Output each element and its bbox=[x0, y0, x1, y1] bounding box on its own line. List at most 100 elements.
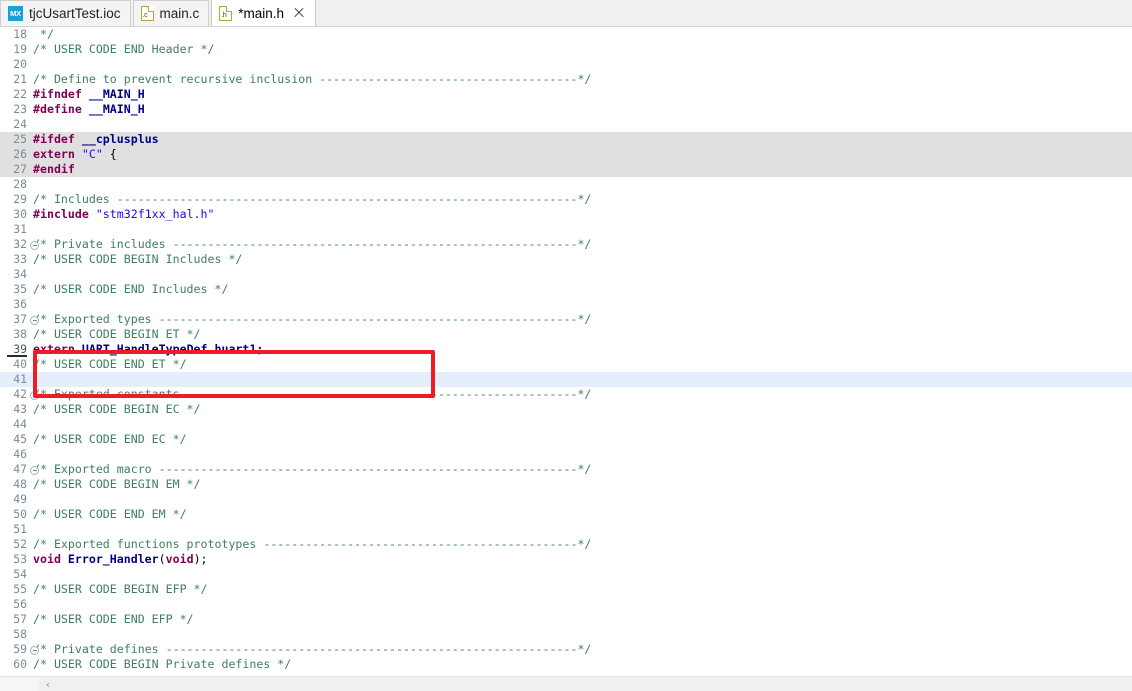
line-highlight bbox=[0, 132, 1132, 147]
editor-tab-3[interactable]: .h *main.h bbox=[211, 0, 317, 26]
code-line[interactable]: 49 bbox=[0, 492, 1132, 507]
code-text: /* USER CODE END Header */ bbox=[33, 42, 214, 57]
line-highlight bbox=[0, 162, 1132, 177]
code-line[interactable]: 37 /* Exported types --------------------… bbox=[0, 312, 1132, 327]
code-line[interactable]: 53 void Error_Handler(void); bbox=[0, 552, 1132, 567]
fold-collapse-icon[interactable] bbox=[30, 240, 39, 250]
code-token-kw: extern bbox=[33, 147, 75, 161]
fold-collapse-icon[interactable] bbox=[30, 645, 39, 655]
code-token-cmt: /* Exported macro ----------------------… bbox=[33, 462, 592, 476]
code-text: #ifdef __cplusplus bbox=[33, 132, 159, 147]
fold-collapse-icon[interactable] bbox=[30, 390, 39, 400]
code-line[interactable]: 28 bbox=[0, 177, 1132, 192]
editor-tab-1[interactable]: MX tjcUsartTest.ioc bbox=[0, 0, 131, 26]
code-line[interactable]: 32 /* Private includes ------------------… bbox=[0, 237, 1132, 252]
code-line[interactable]: 18 */ bbox=[0, 27, 1132, 42]
code-token-cmt: /* Private defines ---------------------… bbox=[33, 642, 592, 656]
code-token-id: __MAIN_H bbox=[81, 102, 145, 116]
code-text: /* Exported types ----------------------… bbox=[33, 312, 591, 327]
code-line[interactable]: 39 extern UART_HandleTypeDef huart1; bbox=[0, 342, 1132, 357]
code-line[interactable]: 41 bbox=[0, 372, 1132, 387]
code-line[interactable]: 36 bbox=[0, 297, 1132, 312]
code-text: #endif bbox=[33, 162, 75, 177]
code-line[interactable]: 19 /* USER CODE END Header */ bbox=[0, 42, 1132, 57]
code-line[interactable]: 42 /* Exported constants ----------------… bbox=[0, 387, 1132, 402]
code-line[interactable]: 45 /* USER CODE END EC */ bbox=[0, 432, 1132, 447]
code-line[interactable]: 25 #ifdef __cplusplus bbox=[0, 132, 1132, 147]
code-line[interactable]: 51 bbox=[0, 522, 1132, 537]
line-number: 59 bbox=[13, 642, 27, 656]
line-number: 60 bbox=[13, 657, 27, 671]
editor-tab-label: *main.h bbox=[238, 5, 285, 21]
code-text: /* USER CODE END EM */ bbox=[33, 507, 187, 522]
code-text: /* USER CODE BEGIN Includes */ bbox=[33, 252, 242, 267]
line-highlight bbox=[0, 57, 1132, 72]
code-editor[interactable]: 18 */19/* USER CODE END Header */20 21 /* … bbox=[0, 27, 1132, 676]
line-number: 44 bbox=[13, 417, 27, 431]
code-line[interactable]: 40 /* USER CODE END ET */ bbox=[0, 357, 1132, 372]
code-token-cmt: /* Exported types ----------------------… bbox=[33, 312, 592, 326]
code-line[interactable]: 52 /* Exported functions prototypes -----… bbox=[0, 537, 1132, 552]
line-highlight bbox=[0, 267, 1132, 282]
code-line[interactable]: 23 #define __MAIN_H bbox=[0, 102, 1132, 117]
line-number: 50 bbox=[13, 507, 27, 521]
code-text: #include "stm32f1xx_hal.h" bbox=[33, 207, 215, 222]
line-number: 55 bbox=[13, 582, 27, 596]
code-line[interactable]: 20 bbox=[0, 57, 1132, 72]
fold-collapse-icon[interactable] bbox=[30, 315, 39, 325]
code-text: #define __MAIN_H bbox=[33, 102, 145, 117]
code-line[interactable]: 43 /* USER CODE BEGIN EC */ bbox=[0, 402, 1132, 417]
code-token-pp: #define bbox=[33, 102, 82, 116]
code-line[interactable]: 54 bbox=[0, 567, 1132, 582]
code-token-cmt: /* USER CODE END EFP */ bbox=[33, 612, 194, 626]
code-token-id: __cplusplus bbox=[74, 132, 159, 146]
code-line[interactable]: 60 /* USER CODE BEGIN Private defines */ bbox=[0, 657, 1132, 672]
code-line[interactable]: 50 /* USER CODE END EM */ bbox=[0, 507, 1132, 522]
line-number: 21 bbox=[13, 72, 27, 86]
fold-collapse-icon[interactable] bbox=[30, 465, 39, 475]
code-token-cmt: /* Define to prevent recursive inclusion… bbox=[33, 72, 592, 86]
line-highlight bbox=[0, 447, 1132, 462]
code-line[interactable]: 59 /* Private defines -------------------… bbox=[0, 642, 1132, 657]
line-number: 38 bbox=[13, 327, 27, 341]
line-number: 47 bbox=[13, 462, 27, 476]
code-line[interactable]: 34 bbox=[0, 267, 1132, 282]
code-line[interactable]: 44 bbox=[0, 417, 1132, 432]
code-line[interactable]: 38 /* USER CODE BEGIN ET */ bbox=[0, 327, 1132, 342]
code-line[interactable]: 47 /* Exported macro --------------------… bbox=[0, 462, 1132, 477]
code-line[interactable]: 27 #endif bbox=[0, 162, 1132, 177]
code-text: /* Exported functions prototypes -------… bbox=[33, 537, 591, 552]
code-line[interactable]: 31 bbox=[0, 222, 1132, 237]
code-line[interactable]: 48 /* USER CODE BEGIN EM */ bbox=[0, 477, 1132, 492]
code-line[interactable]: 24 bbox=[0, 117, 1132, 132]
line-number: 18 bbox=[13, 27, 27, 41]
editor-tab-2[interactable]: .c main.c bbox=[132, 0, 210, 26]
code-line[interactable]: 46 bbox=[0, 447, 1132, 462]
code-text: /* Includes ----------------------------… bbox=[33, 192, 591, 207]
code-line[interactable]: 57 /* USER CODE END EFP */ bbox=[0, 612, 1132, 627]
code-line[interactable]: 21 /* Define to prevent recursive inclusi… bbox=[0, 72, 1132, 87]
code-line[interactable]: 29 /* Includes --------------------------… bbox=[0, 192, 1132, 207]
close-icon[interactable] bbox=[292, 6, 306, 20]
line-number: 37 bbox=[13, 312, 27, 326]
code-line[interactable]: 35 /* USER CODE END Includes */ bbox=[0, 282, 1132, 297]
chevron-left-icon[interactable]: ‹ bbox=[40, 677, 56, 691]
code-line[interactable]: 33 /* USER CODE BEGIN Includes */ bbox=[0, 252, 1132, 267]
code-line[interactable]: 30 #include "stm32f1xx_hal.h" bbox=[0, 207, 1132, 222]
line-number: 56 bbox=[13, 597, 27, 611]
code-line[interactable]: 58 bbox=[0, 627, 1132, 642]
code-text: */ bbox=[33, 27, 54, 42]
c-file-icon: .c bbox=[140, 6, 154, 21]
code-token-cmt: /* Includes ----------------------------… bbox=[33, 192, 592, 206]
line-number: 46 bbox=[13, 447, 27, 461]
code-text: /* Private includes --------------------… bbox=[33, 237, 591, 252]
code-token-plain: ( bbox=[158, 552, 166, 566]
line-highlight bbox=[0, 102, 1132, 117]
code-token-id: __MAIN_H bbox=[81, 87, 145, 101]
code-line[interactable]: 56 bbox=[0, 597, 1132, 612]
code-line[interactable]: 55 /* USER CODE BEGIN EFP */ bbox=[0, 582, 1132, 597]
code-line[interactable]: 26 extern "C" { bbox=[0, 147, 1132, 162]
horizontal-scrollbar[interactable]: ‹ bbox=[0, 676, 1132, 691]
line-number: 42 bbox=[13, 387, 27, 401]
code-line[interactable]: 22 #ifndef __MAIN_H bbox=[0, 87, 1132, 102]
